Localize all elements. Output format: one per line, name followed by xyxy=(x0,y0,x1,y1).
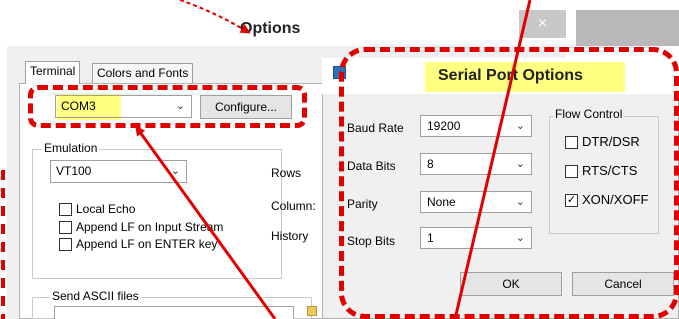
annotation-arrow-icon xyxy=(179,0,251,34)
annotation-arrow-icon xyxy=(135,125,277,319)
tab-terminal[interactable]: Terminal xyxy=(25,61,81,84)
annotation-arrows xyxy=(1,0,532,319)
annotation-line-icon xyxy=(453,0,532,319)
